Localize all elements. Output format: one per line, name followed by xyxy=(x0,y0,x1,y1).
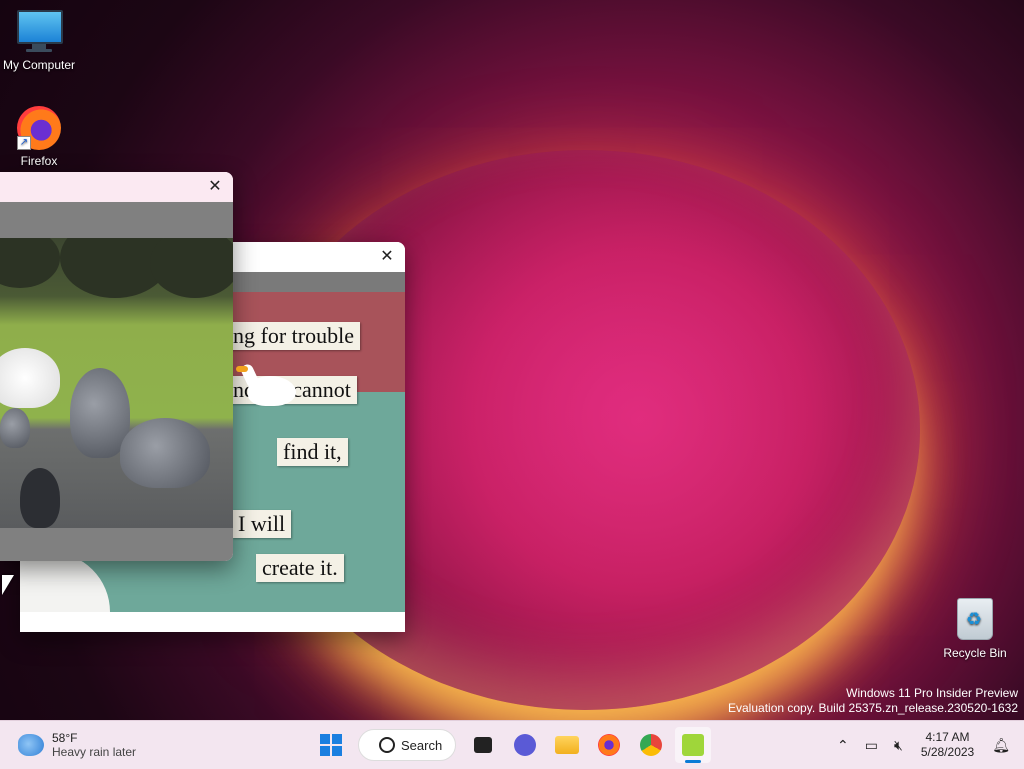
clock-date: 5/28/2023 xyxy=(920,745,975,759)
firefox-icon: ↗ xyxy=(17,106,61,150)
recycle-bin-icon: ♻ xyxy=(953,598,997,642)
poem-white-paper xyxy=(20,552,110,612)
goose-pet[interactable] xyxy=(236,362,298,414)
network-icon[interactable]: ▭ xyxy=(865,737,878,754)
video-window: ✕ xyxy=(0,172,233,561)
weather-widget[interactable]: 58°F Heavy rain later xyxy=(18,731,136,759)
goose-beak xyxy=(236,366,248,372)
taskbar: 58°F Heavy rain later Search ⌃ ▭ 🔇︎ 4:17… xyxy=(0,720,1024,769)
poem-line: create it. xyxy=(256,554,344,582)
chat-button[interactable] xyxy=(507,727,543,763)
video-window-footer xyxy=(0,528,233,561)
windows-logo-icon xyxy=(320,734,342,756)
desktop-icon-label: Recycle Bin xyxy=(943,646,1007,660)
firefox-taskbar-button[interactable] xyxy=(591,727,627,763)
start-button[interactable] xyxy=(313,727,349,763)
close-icon: ✕ xyxy=(380,248,394,265)
desktop-icon-my-computer[interactable]: My Computer xyxy=(0,10,81,72)
chrome-taskbar-button[interactable] xyxy=(633,727,669,763)
desktop-icon-label: Firefox xyxy=(20,154,58,168)
shortcut-arrow-icon: ↗ xyxy=(17,136,31,150)
weather-desc: Heavy rain later xyxy=(52,745,137,759)
video-window-toolbar xyxy=(0,202,233,238)
poem-line: I will xyxy=(232,510,292,538)
search-label: Search xyxy=(401,737,443,753)
mouse-cursor-icon xyxy=(2,575,14,595)
close-icon: ✕ xyxy=(208,178,222,195)
file-explorer-button[interactable] xyxy=(549,727,585,763)
task-view-button[interactable] xyxy=(465,727,501,763)
computer-icon xyxy=(17,10,63,54)
chrome-icon xyxy=(640,734,662,756)
watermark-line: Evaluation copy. Build 25375.zn_release.… xyxy=(728,701,1018,715)
folder-icon xyxy=(555,736,579,754)
firefox-icon xyxy=(598,734,620,756)
close-button[interactable]: ✕ xyxy=(205,177,225,197)
evaluation-watermark: Windows 11 Pro Insider Preview Evaluatio… xyxy=(728,686,1018,716)
search-icon xyxy=(379,737,395,753)
close-button[interactable]: ✕ xyxy=(377,247,397,267)
chevron-up-icon[interactable]: ⌃ xyxy=(837,737,849,754)
video-window-titlebar[interactable]: ✕ xyxy=(0,172,233,202)
task-view-icon xyxy=(474,737,492,753)
search-button[interactable]: Search xyxy=(358,729,456,761)
watermark-line: Windows 11 Pro Insider Preview xyxy=(846,686,1018,700)
chat-icon xyxy=(514,734,536,756)
volume-muted-icon[interactable]: 🔇︎ xyxy=(894,737,903,754)
desktop-icon-recycle-bin[interactable]: ♻ Recycle Bin xyxy=(933,598,1017,660)
poem-line: ng for trouble xyxy=(227,322,360,350)
poem-line: find it, xyxy=(277,438,348,466)
desktop-icon-firefox[interactable]: ↗ Firefox xyxy=(0,106,81,168)
pigeons-video[interactable] xyxy=(0,238,233,528)
goose-app-button[interactable] xyxy=(675,727,711,763)
active-indicator xyxy=(685,760,701,763)
clock[interactable]: 4:17 AM 5/28/2023 xyxy=(921,730,974,760)
goose-app-icon xyxy=(682,734,704,756)
desktop-icon-label: My Computer xyxy=(2,58,76,72)
rain-cloud-icon xyxy=(18,734,44,756)
notification-icon[interactable]: 🔔︎ xyxy=(992,737,1010,754)
weather-temp: 58°F xyxy=(52,731,78,745)
clock-time: 4:17 AM xyxy=(925,730,970,744)
